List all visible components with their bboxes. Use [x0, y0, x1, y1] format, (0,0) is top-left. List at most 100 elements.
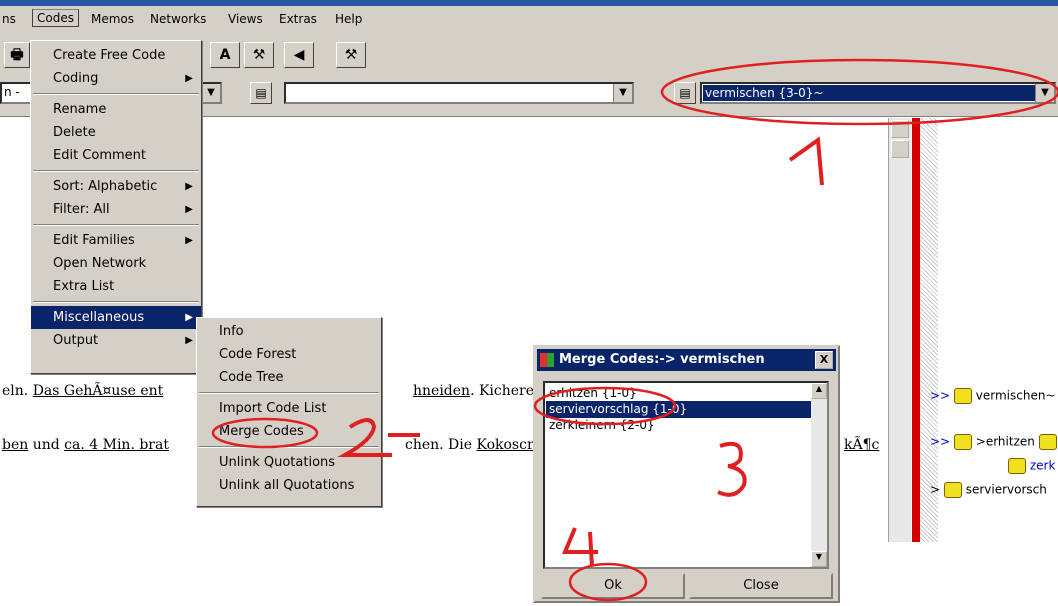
- combo-left-value: n -: [4, 85, 20, 99]
- menu-item-delete[interactable]: Delete: [31, 121, 201, 144]
- merge-codes-dialog: Merge Codes:-> vermischen X erhitzen {1-…: [533, 345, 840, 603]
- chevron-down-icon[interactable]: ▼: [613, 84, 632, 102]
- menu-separator: [199, 392, 379, 394]
- list-item-selected[interactable]: serviervorschlag {1-0}: [546, 401, 819, 418]
- document-line-2: ben und ca. 4 Min. brat: [2, 437, 169, 453]
- menu-separator: [33, 170, 199, 172]
- menu-item-coding[interactable]: Coding ▶: [31, 67, 201, 90]
- menubar: ns Codes Memos Networks Views Extras Hel…: [0, 6, 1058, 32]
- menu-item-edit-families[interactable]: Edit Families ▶: [31, 229, 201, 252]
- document-icon[interactable]: ▤: [250, 82, 272, 104]
- combo-middle[interactable]: ▼: [284, 82, 634, 104]
- chevron-right-icon: ▶: [185, 235, 193, 246]
- margin-hatch: [920, 118, 938, 542]
- chevron-right-icon: ▶: [185, 73, 193, 84]
- chevron-down-icon[interactable]: ▼: [201, 84, 220, 102]
- doc-quote[interactable]: kÃ¶c: [844, 437, 879, 453]
- chevron-right-icon: ▶: [185, 204, 193, 215]
- menu-item-create-free-code[interactable]: Create Free Code: [31, 44, 201, 67]
- chevron-right-icon: ▶: [185, 181, 193, 192]
- hammer-icon[interactable]: ⚒: [244, 42, 274, 68]
- doc-quote[interactable]: ben: [2, 437, 28, 453]
- code-row-4[interactable]: > serviervorsch: [930, 482, 1047, 498]
- menu-item-code-tree[interactable]: Code Tree: [197, 366, 381, 389]
- menu-item-filter[interactable]: Filter: All ▶: [31, 198, 201, 221]
- menu-codes[interactable]: Codes: [32, 9, 79, 27]
- code-label: serviervorsch: [965, 482, 1047, 497]
- menu-item-info[interactable]: Info: [197, 320, 381, 343]
- scroll-thumb[interactable]: [891, 120, 909, 138]
- menu-item-sort[interactable]: Sort: Alphabetic ▶: [31, 175, 201, 198]
- document-icon-2[interactable]: ▤: [674, 82, 696, 104]
- doc-quote[interactable]: hneiden: [413, 383, 470, 399]
- margin-red-bar: [912, 118, 920, 542]
- scroll-down-icon[interactable]: ▼: [811, 551, 827, 567]
- ok-button[interactable]: Ok: [541, 573, 685, 599]
- menu-item-unlink-quotations[interactable]: Unlink Quotations: [197, 451, 381, 474]
- scroll-up-icon[interactable]: ▲: [811, 383, 827, 399]
- close-button[interactable]: Close: [689, 573, 833, 599]
- close-icon[interactable]: X: [815, 351, 833, 369]
- menu-item-edit-comment[interactable]: Edit Comment: [31, 144, 201, 167]
- code-row-2[interactable]: >> >erhitzen: [930, 434, 1057, 450]
- doc-text: eln.: [2, 383, 29, 399]
- menu-item-output[interactable]: Output ▶: [31, 329, 201, 352]
- document-scrollbar[interactable]: [888, 118, 911, 542]
- chevron-right-icon: ▶: [185, 312, 193, 323]
- code-icon: [1008, 458, 1026, 474]
- doc-quote[interactable]: Kokoscr: [477, 437, 534, 453]
- code-icon: [953, 388, 972, 404]
- doc-text: chen. Die: [405, 437, 477, 453]
- menu-separator: [33, 301, 199, 303]
- merge-code-list[interactable]: erhitzen {1-0} serviervorschlag {1-0} ze…: [543, 381, 829, 569]
- codes-menu: Create Free Code Coding ▶ Rename Delete E…: [30, 40, 202, 374]
- font-icon[interactable]: A: [210, 42, 240, 68]
- link-prefix: >: [930, 482, 941, 497]
- dialog-title: Merge Codes:-> vermischen: [559, 352, 765, 367]
- menu-networks[interactable]: Networks: [150, 12, 206, 26]
- code-row-1[interactable]: >> vermischen~: [930, 388, 1056, 404]
- scroll-thumb-2[interactable]: [891, 140, 909, 158]
- code-icon: [953, 434, 972, 450]
- code-label: zerk: [1029, 458, 1056, 473]
- code-icon: [943, 482, 962, 498]
- list-item[interactable]: erhitzen {1-0}: [549, 385, 809, 402]
- menu-memos[interactable]: Memos: [91, 12, 134, 26]
- code-label: >erhitzen: [975, 434, 1035, 449]
- doc-text: und: [28, 437, 65, 453]
- menu-item-open-network[interactable]: Open Network: [31, 252, 201, 275]
- dialog-titlebar: Merge Codes:-> vermischen X: [537, 349, 836, 371]
- menu-item-code-forest[interactable]: Code Forest: [197, 343, 381, 366]
- list-item[interactable]: zerkleinern {2-0}: [549, 417, 809, 434]
- menu-item-rename[interactable]: Rename: [31, 98, 201, 121]
- print-icon[interactable]: 🖶: [4, 42, 30, 68]
- document-line-2b: chen. Die Kokoscr: [405, 437, 534, 453]
- back-icon[interactable]: ◀: [284, 42, 314, 68]
- menu-separator: [33, 93, 199, 95]
- menu-separator: [199, 446, 379, 448]
- code-row-3[interactable]: zerk: [1008, 458, 1055, 474]
- menu-separator: [33, 224, 199, 226]
- miscellaneous-submenu: Info Code Forest Code Tree Import Code L…: [196, 317, 382, 507]
- menu-item-extra-list[interactable]: Extra List: [31, 275, 201, 298]
- menu-item-miscellaneous[interactable]: Miscellaneous ▶: [31, 306, 201, 329]
- menu-item-merge-codes[interactable]: Merge Codes: [197, 420, 381, 443]
- chevron-right-icon: ▶: [185, 335, 193, 346]
- app-icon: [540, 353, 554, 367]
- link-prefix: >>: [930, 388, 951, 403]
- menu-partial[interactable]: ns: [2, 12, 16, 26]
- code-icon: [1038, 434, 1057, 450]
- doc-quote[interactable]: Das GehÃ¤use ent: [33, 383, 164, 399]
- chevron-down-icon[interactable]: ▼: [1035, 84, 1054, 102]
- menu-item-unlink-all-quotations[interactable]: Unlink all Quotations: [197, 474, 381, 497]
- hammer-icon-2[interactable]: ⚒: [336, 42, 366, 68]
- list-scrollbar[interactable]: ▲ ▼: [811, 383, 827, 567]
- menu-item-import-code-list[interactable]: Import Code List: [197, 397, 381, 420]
- menu-help[interactable]: Help: [335, 12, 362, 26]
- combo-right[interactable]: vermischen {3-0}~ ▼: [700, 82, 1056, 104]
- menu-extras[interactable]: Extras: [279, 12, 317, 26]
- document-line-1: eln. Das GehÃ¤use ent: [2, 383, 163, 399]
- code-label: vermischen~: [975, 388, 1056, 403]
- doc-quote[interactable]: ca. 4 Min. brat: [64, 437, 169, 453]
- menu-views[interactable]: Views: [228, 12, 263, 26]
